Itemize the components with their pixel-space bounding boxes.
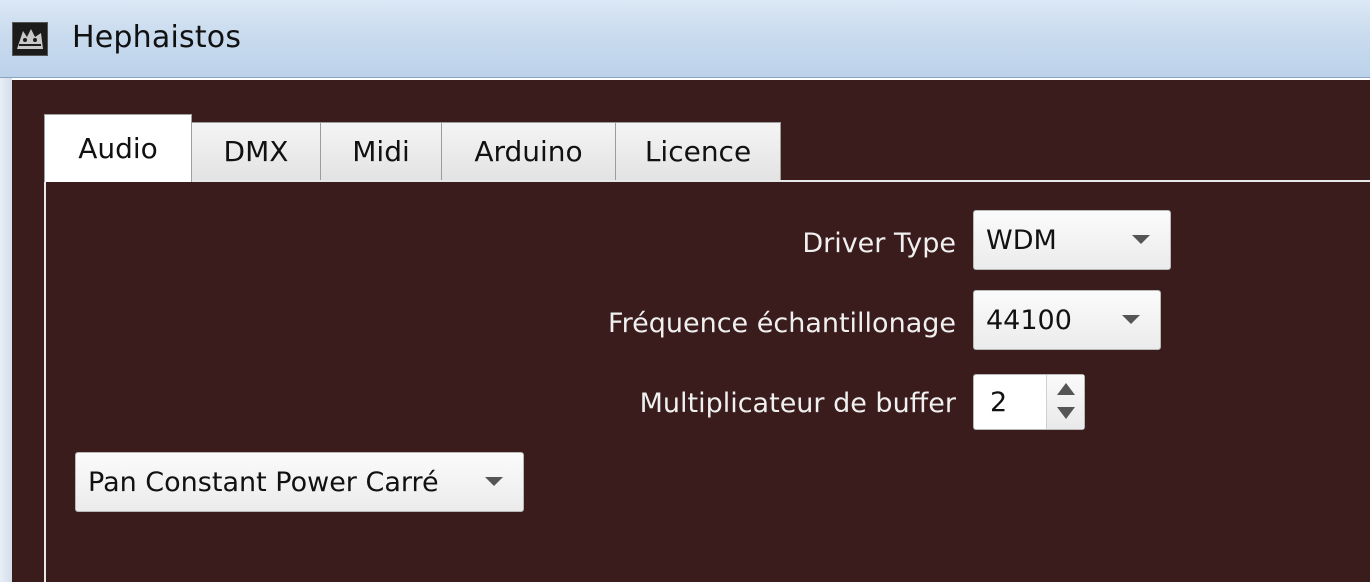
sample-rate-value: 44100 bbox=[986, 304, 1072, 336]
spin-up-icon[interactable] bbox=[1057, 383, 1075, 395]
chevron-down-icon bbox=[485, 477, 503, 486]
tab-dmx-label: DMX bbox=[223, 135, 289, 168]
tab-panel-audio bbox=[44, 180, 1370, 582]
tab-audio-label: Audio bbox=[78, 132, 158, 165]
driver-type-label: Driver Type bbox=[802, 228, 956, 259]
buffer-multiplier-label: Multiplicateur de buffer bbox=[639, 388, 956, 419]
chevron-down-icon bbox=[1132, 235, 1150, 244]
app-window: Hephaistos Audio DMX Midi Arduino Licenc… bbox=[0, 0, 1370, 582]
sample-rate-label: Fréquence échantillonage bbox=[608, 308, 956, 339]
sample-rate-select[interactable]: 44100 bbox=[973, 290, 1161, 350]
window-title: Hephaistos bbox=[72, 20, 242, 55]
tab-licence-label: Licence bbox=[644, 135, 752, 168]
title-bar[interactable]: Hephaistos bbox=[0, 0, 1370, 78]
window-frame-left bbox=[0, 78, 12, 582]
tab-midi[interactable]: Midi bbox=[320, 122, 442, 180]
tab-licence[interactable]: Licence bbox=[615, 122, 781, 180]
buffer-multiplier-spinbox[interactable]: 2 bbox=[973, 374, 1085, 430]
pan-mode-value: Pan Constant Power Carré bbox=[88, 466, 439, 498]
chevron-down-icon bbox=[1122, 315, 1140, 324]
tab-arduino[interactable]: Arduino bbox=[441, 122, 616, 180]
driver-type-select[interactable]: WDM bbox=[973, 210, 1171, 270]
spinbox-buttons bbox=[1046, 375, 1084, 429]
tab-audio[interactable]: Audio bbox=[44, 114, 192, 182]
spin-down-icon[interactable] bbox=[1057, 407, 1075, 419]
driver-type-value: WDM bbox=[986, 224, 1057, 256]
tab-dmx[interactable]: DMX bbox=[191, 122, 321, 180]
buffer-multiplier-value: 2 bbox=[990, 386, 1008, 418]
pan-mode-select[interactable]: Pan Constant Power Carré bbox=[75, 452, 524, 512]
tab-midi-label: Midi bbox=[352, 135, 410, 168]
app-logo-icon bbox=[12, 22, 48, 56]
tab-arduino-label: Arduino bbox=[474, 135, 583, 168]
